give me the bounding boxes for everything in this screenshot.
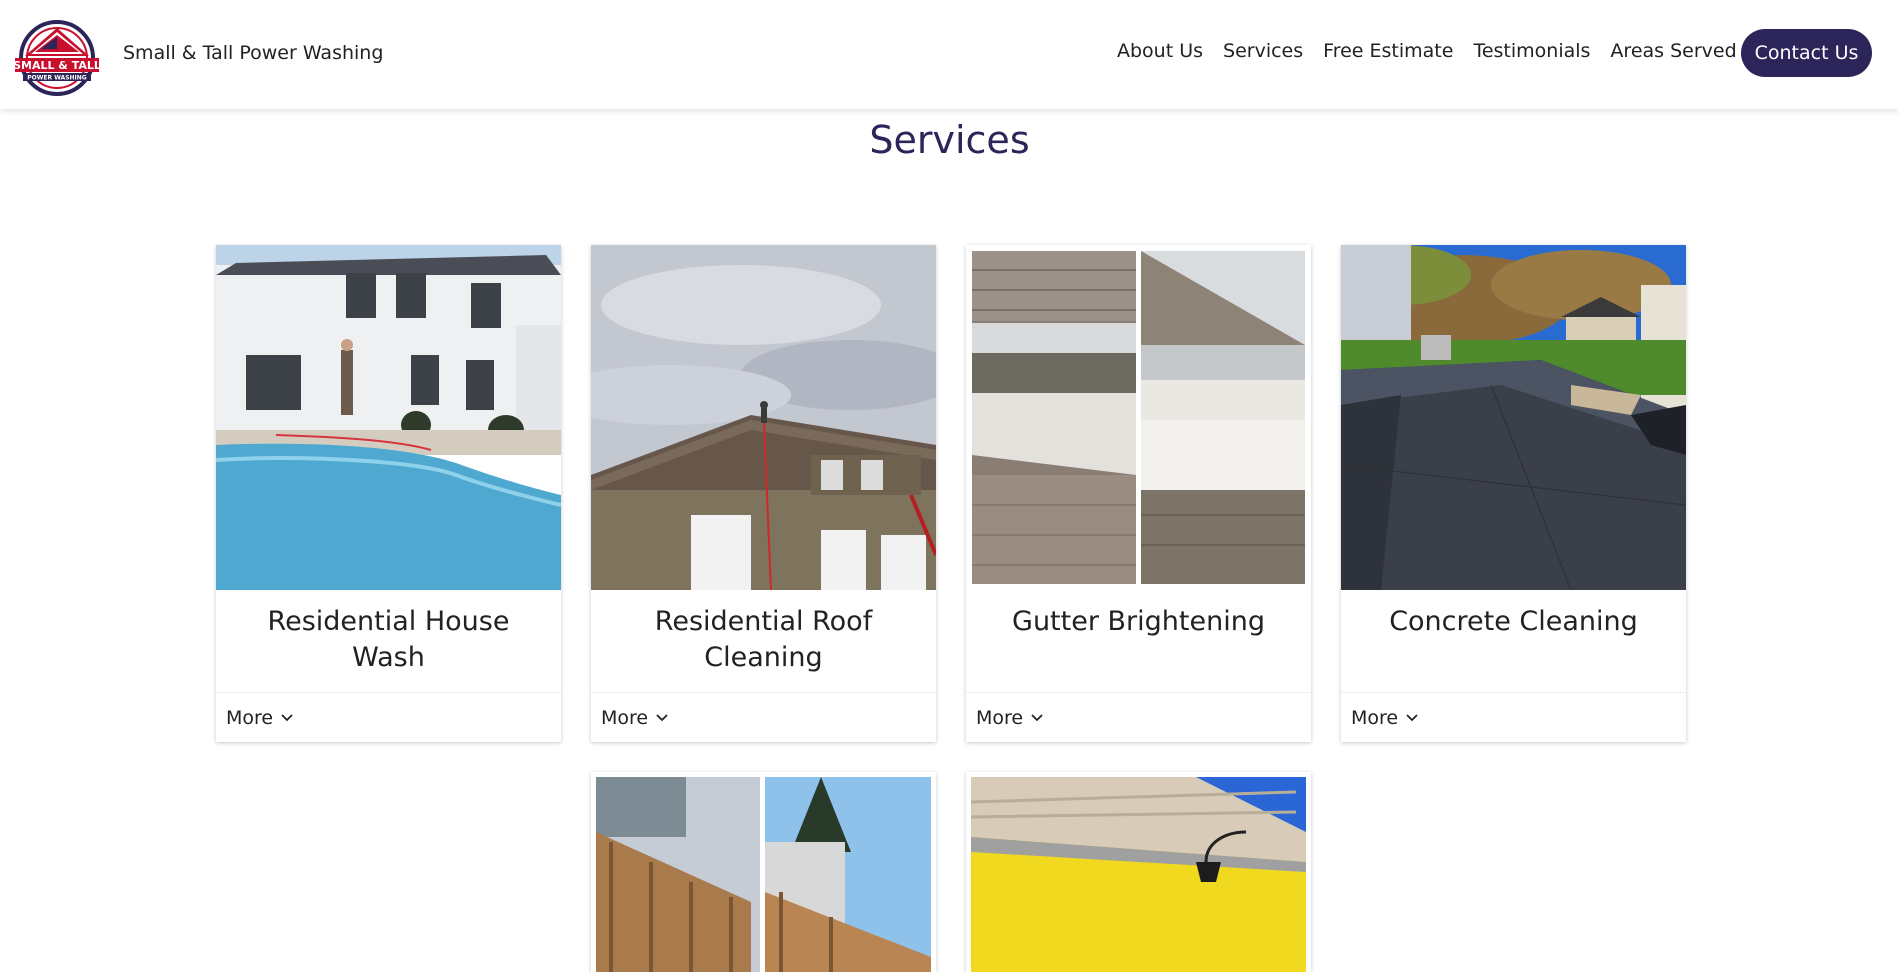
- service-title: Concrete Cleaning: [1389, 606, 1638, 637]
- service-card-house-wash: Residential House Wash More: [216, 245, 561, 742]
- contact-us-button[interactable]: Contact Us: [1741, 29, 1872, 77]
- logo-text-line2: POWER WASHING: [27, 75, 87, 82]
- service-title: Gutter Brightening: [1012, 606, 1265, 637]
- nav-about-us[interactable]: About Us: [1117, 40, 1203, 62]
- more-label: More: [976, 706, 1024, 729]
- service-image-deck: [591, 772, 936, 972]
- service-title: Residential Roof Cleaning: [654, 606, 873, 673]
- nav-free-estimate[interactable]: Free Estimate: [1323, 40, 1453, 62]
- nav-areas-served[interactable]: Areas Served: [1610, 40, 1736, 62]
- nav-services[interactable]: Services: [1223, 40, 1303, 62]
- more-label: More: [1351, 706, 1399, 729]
- logo-text-line1: SMALL & TALL: [13, 59, 101, 72]
- service-image-roof-cleaning: [591, 245, 936, 590]
- service-card-deck: [591, 772, 936, 972]
- more-toggle[interactable]: More: [1341, 692, 1686, 742]
- service-title: Residential House Wash: [267, 606, 510, 673]
- service-card-concrete-cleaning: Concrete Cleaning More: [1341, 245, 1686, 742]
- service-image-house-wash: [216, 245, 561, 590]
- chevron-down-icon: [656, 713, 668, 721]
- more-toggle[interactable]: More: [216, 692, 561, 742]
- nav-testimonials[interactable]: Testimonials: [1473, 40, 1590, 62]
- brand-name[interactable]: Small & Tall Power Washing: [123, 42, 383, 64]
- company-logo[interactable]: SMALL & TALL POWER WASHING: [11, 18, 103, 96]
- more-label: More: [601, 706, 649, 729]
- service-card-gutter-brightening: Gutter Brightening More: [966, 245, 1311, 742]
- logo-graphic: SMALL & TALL POWER WASHING: [13, 20, 101, 96]
- site-header: SMALL & TALL POWER WASHING Small & Tall …: [0, 0, 1899, 109]
- more-toggle[interactable]: More: [966, 692, 1311, 742]
- services-heading: Services: [869, 118, 1030, 162]
- service-image-concrete-cleaning: [1341, 245, 1686, 590]
- service-image-gutter-brightening: [966, 245, 1311, 590]
- chevron-down-icon: [1406, 713, 1418, 721]
- service-image-commercial: [966, 772, 1311, 972]
- service-card-roof-cleaning: Residential Roof Cleaning More: [591, 245, 936, 742]
- chevron-down-icon: [281, 713, 293, 721]
- chevron-down-icon: [1031, 713, 1043, 721]
- main-nav: About Us Services Free Estimate Testimon…: [1117, 40, 1757, 62]
- more-label: More: [226, 706, 274, 729]
- service-card-commercial: [966, 772, 1311, 972]
- more-toggle[interactable]: More: [591, 692, 936, 742]
